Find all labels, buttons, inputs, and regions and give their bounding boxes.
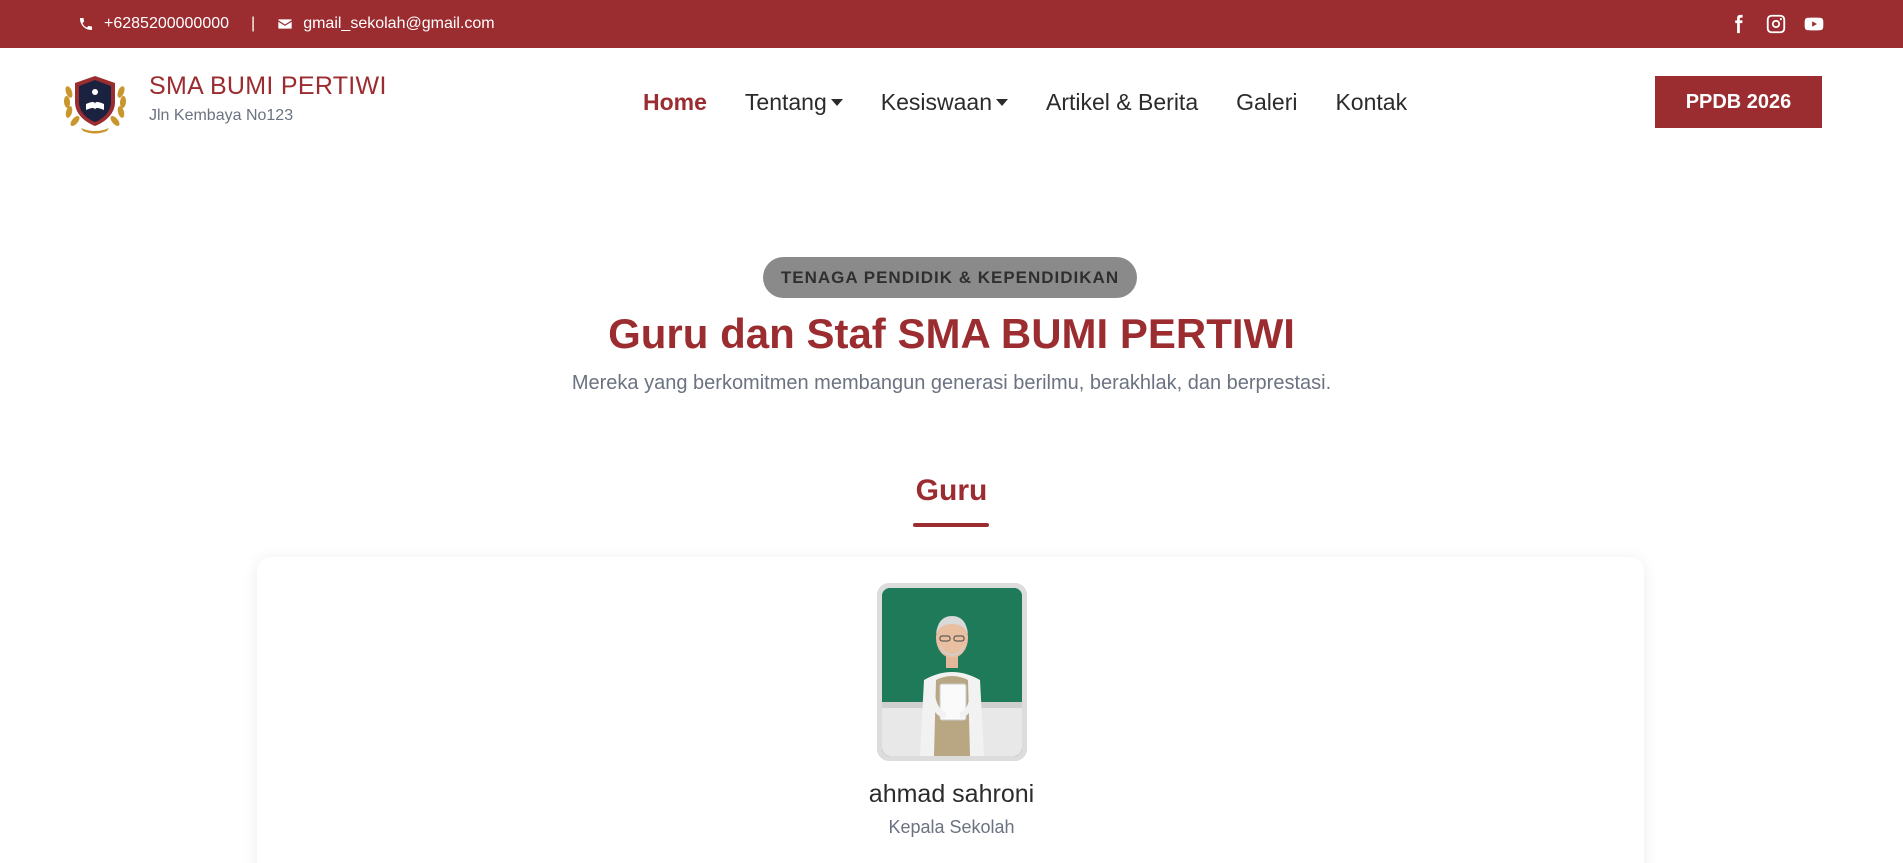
email-link[interactable]: gmail_sekolah@gmail.com (277, 15, 495, 33)
brand[interactable]: SMA BUMI PERTIWI Jln Kembaya No123 (149, 72, 387, 125)
group-title-underline (913, 523, 989, 527)
school-name: SMA BUMI PERTIWI (149, 72, 387, 100)
nav-galeri[interactable]: Galeri (1236, 89, 1297, 116)
email-address: gmail_sekolah@gmail.com (303, 15, 495, 32)
contact-separator: | (251, 15, 256, 32)
top-bar: +6285200000000 | gmail_sekolah@gmail.com (0, 0, 1903, 48)
phone-number: +6285200000000 (104, 15, 230, 32)
envelope-icon (278, 19, 292, 29)
nav-kesiswaan[interactable]: Kesiswaan (881, 89, 1008, 116)
staff-photo[interactable] (877, 583, 1027, 761)
nav-kontak-label: Kontak (1335, 88, 1408, 115)
school-crest-logo[interactable] (59, 70, 131, 134)
section-badge: TENAGA PENDIDIK & KEPENDIDIKAN (763, 257, 1137, 298)
school-address: Jln Kembaya No123 (149, 107, 294, 124)
nav-home[interactable]: Home (643, 89, 707, 116)
nav-artikel-berita[interactable]: Artikel & Berita (1046, 89, 1198, 116)
phone-icon (80, 18, 92, 30)
phone-link[interactable]: +6285200000000 (78, 15, 229, 33)
staff-role: Kepala Sekolah (888, 817, 1015, 837)
instagram-icon[interactable] (1765, 13, 1787, 35)
nav-home-label: Home (643, 88, 707, 115)
staff-name: ahmad sahroni (868, 780, 1035, 808)
youtube-icon[interactable] (1803, 13, 1825, 35)
contact-info: +6285200000000 | gmail_sekolah@gmail.com (78, 0, 495, 48)
caret-down-icon (996, 98, 1008, 106)
nav-kontak[interactable]: Kontak (1335, 89, 1407, 116)
nav-galeri-label: Galeri (1236, 88, 1298, 115)
main-header: SMA BUMI PERTIWI Jln Kembaya No123 Home … (0, 48, 1903, 156)
nav-tentang-label: Tentang (744, 88, 827, 115)
nav-artikel-label: Artikel & Berita (1046, 88, 1199, 115)
nav-tentang[interactable]: Tentang (745, 89, 843, 116)
facebook-icon[interactable] (1727, 13, 1749, 35)
nav-kesiswaan-label: Kesiswaan (880, 88, 992, 115)
group-title-guru: Guru (915, 474, 988, 507)
main-nav: Home Tentang Kesiswaan Artikel & Berita … (643, 48, 1407, 156)
page-subtitle: Mereka yang berkomitmen membangun genera… (571, 372, 1332, 394)
caret-down-icon (830, 98, 843, 106)
page-title: Guru dan Staf SMA BUMI PERTIWI (608, 310, 1295, 357)
ppdb-button[interactable]: PPDB 2026 (1655, 76, 1822, 128)
social-links (1727, 0, 1825, 48)
